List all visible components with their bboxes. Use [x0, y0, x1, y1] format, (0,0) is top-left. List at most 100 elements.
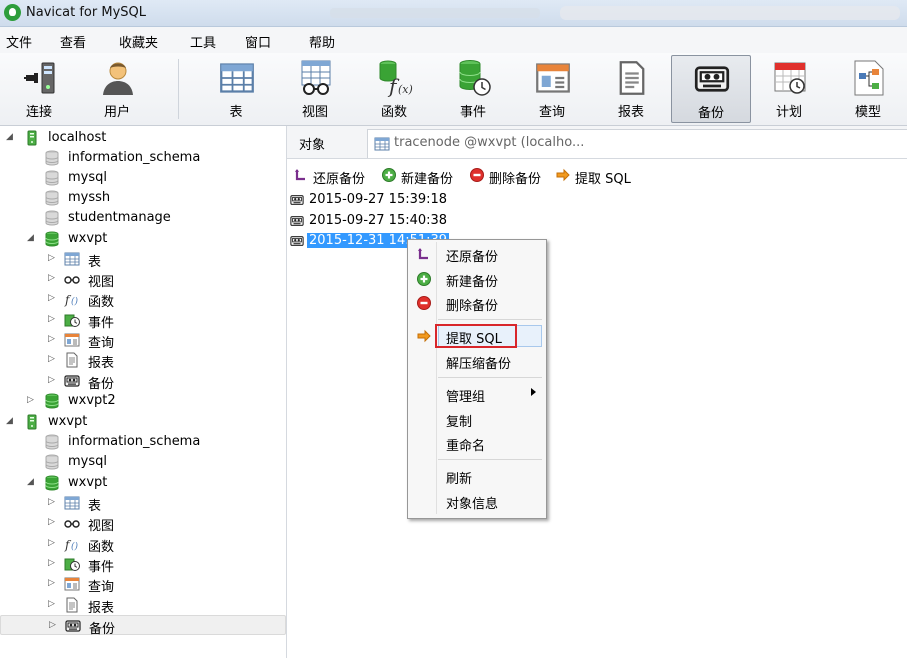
tree-node-label: 备份: [88, 377, 115, 392]
tree-node-label: wxvpt: [68, 475, 108, 490]
tree-node-database[interactable]: ◢ wxvpt: [0, 473, 286, 493]
tab-bar: 对象 tracenode @wxvpt (localho...: [287, 126, 907, 159]
expand-arrow-icon[interactable]: ▷: [48, 578, 55, 588]
menu-tools[interactable]: 工具: [190, 32, 216, 51]
tree-node-label: 报表: [88, 356, 115, 371]
tree-node-database[interactable]: mysql: [0, 452, 286, 472]
expand-arrow-icon[interactable]: ▷: [48, 538, 55, 548]
context-manage-group[interactable]: 管理组: [408, 383, 546, 405]
expand-arrow-icon[interactable]: ▷: [27, 395, 34, 405]
tree-node-connection[interactable]: ◢ localhost: [0, 128, 286, 148]
menu-help[interactable]: 帮助: [309, 32, 335, 51]
toolbar-label: 连接: [25, 105, 52, 120]
tree-node-views[interactable]: ▷ 视图: [0, 269, 286, 290]
tree-node-functions[interactable]: ▷ 函数: [0, 534, 286, 555]
tree-node-database[interactable]: studentmanage: [0, 208, 286, 228]
menu-favorites[interactable]: 收藏夹: [119, 32, 158, 51]
tree-node-views[interactable]: ▷ 视图: [0, 513, 286, 534]
view-icon: [301, 60, 331, 95]
menu-item-label: 删除备份: [446, 299, 499, 314]
tree-node-backups[interactable]: ▷ 备份: [0, 371, 286, 392]
context-restore-backup[interactable]: 还原备份: [408, 243, 546, 265]
tree-node-label: wxvpt2: [68, 393, 116, 408]
menu-window[interactable]: 窗口: [245, 32, 271, 51]
tree-node-database[interactable]: information_schema: [0, 148, 286, 168]
expand-arrow-icon[interactable]: ▷: [48, 314, 55, 324]
collapse-arrow-icon[interactable]: ◢: [6, 416, 13, 426]
context-new-backup[interactable]: 新建备份: [408, 268, 546, 290]
tab-query[interactable]: tracenode @wxvpt (localho...: [367, 129, 907, 158]
toolbar-label: 报表: [617, 105, 644, 120]
toolbar-view-button[interactable]: 视图: [280, 55, 350, 121]
database-green-icon: [44, 475, 60, 491]
tree-node-reports[interactable]: ▷ 报表: [0, 350, 286, 371]
expand-arrow-icon[interactable]: ▷: [48, 293, 55, 303]
tree-node-label: information_schema: [68, 150, 201, 165]
expand-arrow-icon[interactable]: ▷: [49, 620, 56, 630]
table-icon: [64, 495, 80, 511]
expand-arrow-icon[interactable]: ▷: [48, 354, 55, 364]
tree-node-database[interactable]: mysql: [0, 168, 286, 188]
expand-arrow-icon[interactable]: ▷: [48, 375, 55, 385]
tree-node-functions[interactable]: ▷ 函数: [0, 289, 286, 310]
tree-node-events[interactable]: ▷ 事件: [0, 554, 286, 575]
context-copy[interactable]: 复制: [408, 408, 546, 430]
expand-arrow-icon[interactable]: ▷: [48, 253, 55, 263]
function-icon: [64, 536, 80, 552]
tree-node-label: mysql: [68, 454, 107, 469]
context-refresh[interactable]: 刷新: [408, 465, 546, 487]
toolbar-table-button[interactable]: 表: [201, 55, 271, 121]
toolbar-schedule-button[interactable]: 计划: [754, 55, 824, 121]
tree-node-database[interactable]: ◢ wxvpt: [0, 229, 286, 249]
toolbar-user-button[interactable]: 用户: [82, 55, 152, 121]
collapse-arrow-icon[interactable]: ◢: [6, 132, 13, 142]
tree-node-connection[interactable]: ◢ wxvpt: [0, 412, 286, 432]
button-label: 新建备份: [401, 172, 454, 187]
toolbar-model-button[interactable]: 模型: [833, 55, 903, 121]
menu-file[interactable]: 文件: [6, 32, 32, 51]
menu-item-label: 新建备份: [446, 275, 499, 290]
toolbar-function-button[interactable]: f (x) 函数: [359, 55, 429, 121]
tree-node-queries[interactable]: ▷ 查询: [0, 330, 286, 351]
toolbar-event-button[interactable]: 事件: [438, 55, 508, 121]
tree-node-database[interactable]: myssh: [0, 188, 286, 208]
toolbar-backup-button[interactable]: 备份: [671, 55, 751, 123]
expand-arrow-icon[interactable]: ▷: [48, 497, 55, 507]
tree-node-reports[interactable]: ▷ 报表: [0, 595, 286, 616]
toolbar-connection-button[interactable]: 连接: [4, 55, 74, 121]
context-delete-backup[interactable]: 删除备份: [408, 292, 546, 314]
menu-item-label: 解压缩备份: [446, 357, 512, 372]
expand-arrow-icon[interactable]: ▷: [48, 334, 55, 344]
menu-separator: [438, 459, 542, 460]
collapse-arrow-icon[interactable]: ◢: [27, 233, 34, 243]
query-icon: [64, 576, 80, 592]
tree-node-tables[interactable]: ▷ 表: [0, 493, 286, 514]
context-decompress-backup[interactable]: 解压缩备份: [408, 350, 546, 372]
tree-node-label: 函数: [88, 540, 115, 555]
backup-icon: [65, 618, 81, 634]
toolbar-query-button[interactable]: 查询: [517, 55, 587, 121]
expand-arrow-icon[interactable]: ▷: [48, 558, 55, 568]
menu-view[interactable]: 查看: [60, 32, 86, 51]
backup-icon: [289, 234, 305, 248]
tree-node-queries[interactable]: ▷ 查询: [0, 574, 286, 595]
navigation-tree[interactable]: ◢ localhost information_schema mysql mys…: [0, 126, 287, 658]
backup-icon: [289, 214, 305, 228]
toolbar-report-button[interactable]: 报表: [596, 55, 666, 121]
tree-node-label: mysql: [68, 170, 107, 185]
tree-node-tables[interactable]: ▷ 表: [0, 249, 286, 270]
tab-objects[interactable]: 对象: [299, 134, 325, 153]
collapse-arrow-icon[interactable]: ◢: [27, 477, 34, 487]
tree-node-database[interactable]: ▷ wxvpt2: [0, 391, 286, 411]
expand-arrow-icon[interactable]: ▷: [48, 273, 55, 283]
context-rename[interactable]: 重命名: [408, 432, 546, 454]
tree-node-database[interactable]: information_schema: [0, 432, 286, 452]
main-toolbar: 连接 用户 表 视图 f (x) 函数 事件 查询 报表 备份 计划 模型: [0, 53, 907, 126]
tree-node-backups-selected[interactable]: ▷ 备份: [0, 615, 286, 637]
expand-arrow-icon[interactable]: ▷: [48, 517, 55, 527]
context-object-info[interactable]: 对象信息: [408, 490, 546, 512]
database-gray-icon: [44, 150, 60, 166]
tree-node-events[interactable]: ▷ 事件: [0, 310, 286, 331]
expand-arrow-icon[interactable]: ▷: [48, 599, 55, 609]
connection-icon: [24, 62, 55, 94]
